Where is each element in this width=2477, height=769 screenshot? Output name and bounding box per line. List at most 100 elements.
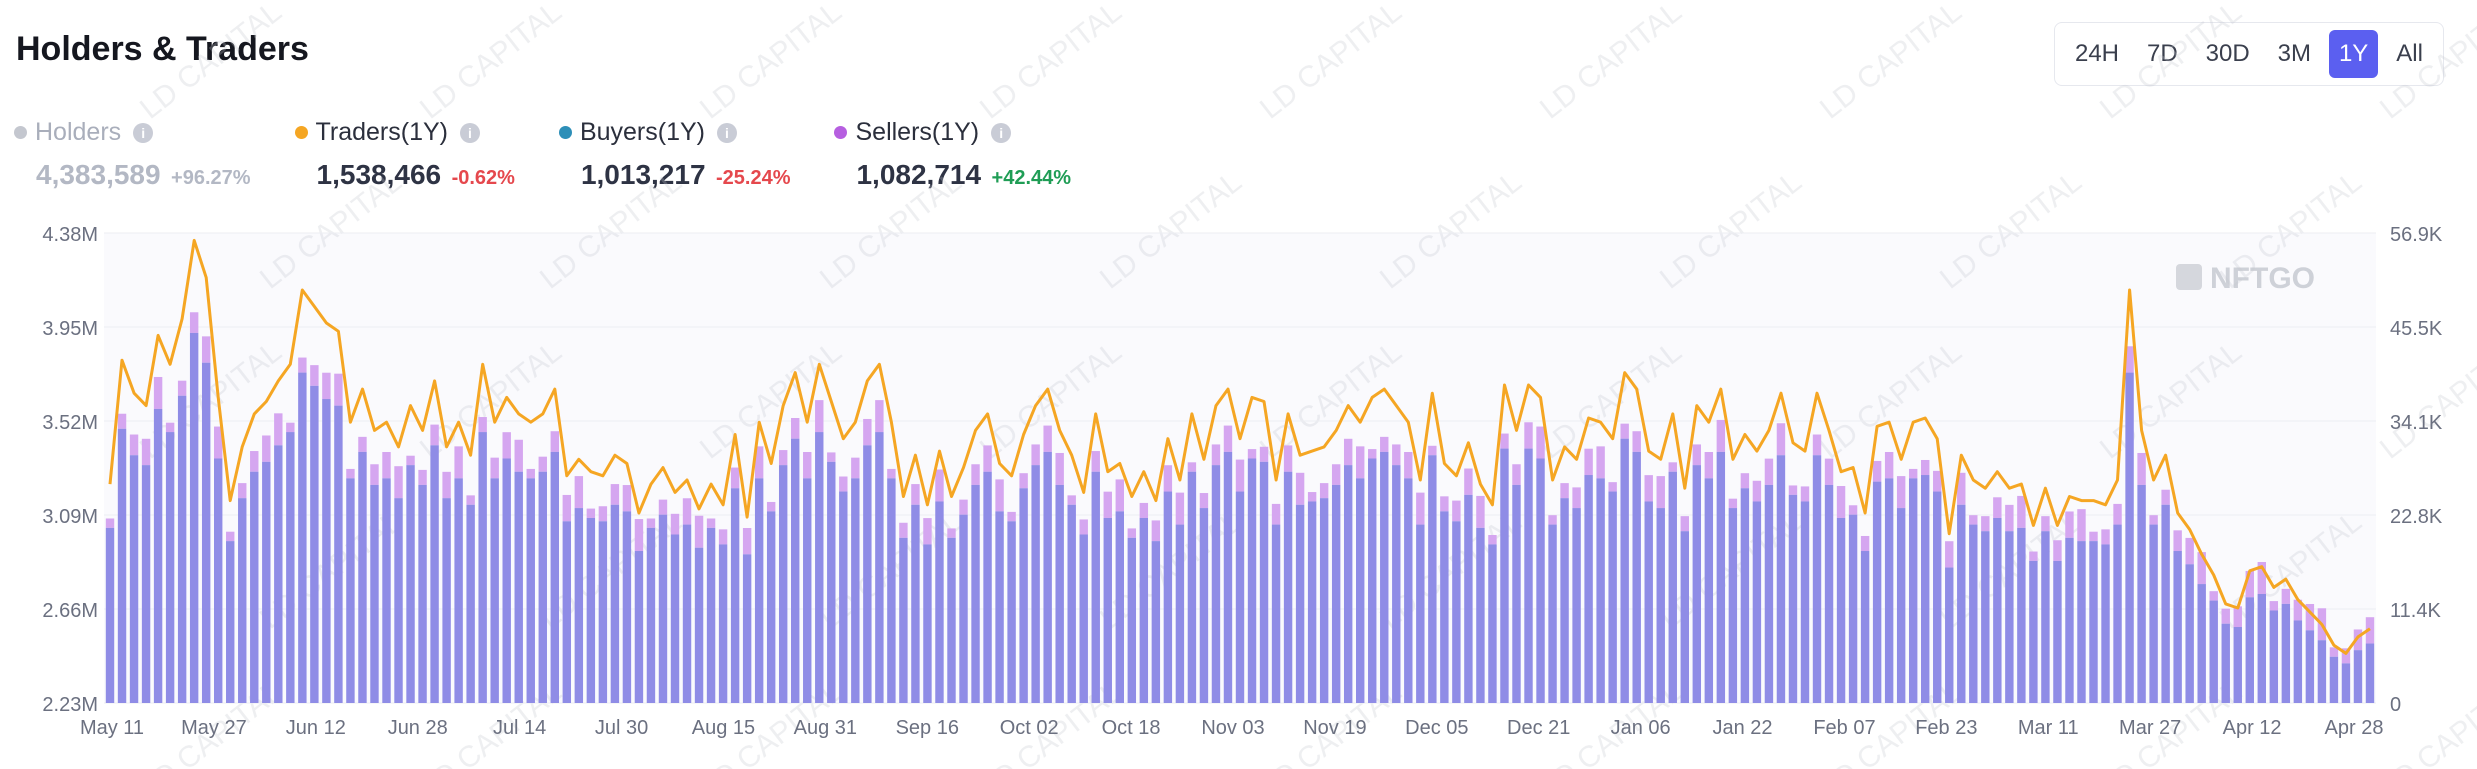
sellers-bar	[165, 422, 175, 433]
sellers-bar	[2113, 503, 2122, 525]
sellers-bar	[129, 434, 139, 456]
sellers-bar	[1908, 468, 1918, 479]
sellers-bar	[803, 452, 812, 479]
buyers-bar	[2197, 584, 2206, 703]
sellers-bar	[1656, 476, 1665, 509]
buyers-bar	[1380, 451, 1389, 703]
buyers-bar	[1596, 478, 1605, 703]
sellers-bar	[1716, 419, 1726, 452]
buyers-bar	[370, 484, 379, 703]
buyers-bar	[1933, 491, 1942, 703]
sellers-bar	[1969, 515, 1978, 525]
sellers-bar	[1115, 479, 1124, 512]
buyers-bar	[1007, 521, 1016, 703]
buyers-bar	[334, 405, 343, 703]
sellers-bar	[923, 518, 932, 545]
sellers-bar	[1572, 487, 1581, 509]
right-axis-tick: 22.8K	[2390, 506, 2443, 528]
x-axis-tick: May 27	[181, 717, 247, 739]
buyers-bar	[766, 511, 776, 703]
buyers-bar	[1608, 491, 1617, 703]
buyers-bar	[274, 445, 283, 703]
watermark-text: LD CAPITAL	[694, 0, 848, 126]
sellers-bar	[1163, 465, 1173, 492]
x-axis-tick: Aug 31	[794, 717, 857, 739]
sellers-bar	[1896, 476, 1906, 509]
buyers-bar	[1981, 531, 1990, 703]
buyers-bar	[1632, 451, 1641, 703]
watermark-text: LD CAPITAL	[1534, 0, 1688, 126]
buyers-bar	[2077, 541, 2086, 703]
sellers-bar	[2017, 495, 2026, 528]
sellers-bar	[706, 518, 716, 528]
sellers-bar	[1055, 452, 1064, 485]
buyers-bar	[1872, 481, 1882, 703]
buyers-bar	[1524, 448, 1533, 703]
left-axis-tick: 2.23M	[42, 694, 98, 716]
sellers-bar	[1343, 438, 1353, 466]
buyers-bar	[815, 432, 824, 703]
buyers-bar	[1295, 504, 1305, 703]
buyers-bar	[2233, 627, 2242, 703]
buyers-bar	[2185, 564, 2194, 703]
sellers-bar	[1380, 436, 1389, 452]
buyers-bar	[322, 399, 331, 703]
sellers-bar	[538, 456, 547, 472]
buyers-bar	[742, 554, 752, 703]
left-axis-tick: 2.66M	[42, 600, 98, 622]
buyers-bar	[2281, 603, 2291, 703]
buyers-bar	[2305, 630, 2315, 703]
buyers-bar	[1620, 438, 1629, 703]
sellers-bar	[742, 527, 752, 555]
buyers-bar	[2089, 541, 2098, 703]
buyers-bar	[1223, 451, 1233, 703]
buyers-bar	[2041, 531, 2050, 703]
sellers-bar	[298, 357, 307, 373]
buyers-bar	[887, 478, 896, 703]
buyers-bar	[995, 511, 1004, 703]
buyers-bar	[2161, 504, 2170, 703]
buyers-bar	[538, 471, 547, 703]
sellers-bar	[1920, 459, 1930, 476]
sellers-bar	[382, 452, 391, 479]
sellers-bar	[971, 464, 980, 485]
buyers-bar	[1908, 478, 1918, 703]
buyers-bar	[911, 504, 920, 703]
sellers-bar	[1632, 431, 1641, 452]
buyers-bar	[165, 432, 175, 703]
buyers-bar	[1740, 488, 1750, 703]
sellers-bar	[1259, 446, 1269, 462]
buyers-bar	[1151, 541, 1161, 703]
buyers-bar	[2341, 663, 2351, 703]
sellers-bar	[730, 467, 740, 489]
sellers-bar	[141, 438, 151, 466]
x-axis-tick: Feb 23	[1915, 717, 1977, 739]
buyers-bar	[634, 551, 644, 703]
buyers-bar	[718, 544, 728, 703]
x-axis-tick: Nov 19	[1303, 717, 1366, 739]
buyers-bar	[1776, 455, 1786, 703]
sellers-bar	[2041, 516, 2050, 532]
buyers-bar	[466, 504, 475, 703]
sellers-bar	[1993, 497, 2002, 518]
buyers-bar	[1848, 514, 1858, 703]
buyers-bar	[1800, 501, 1810, 703]
buyers-bar	[875, 432, 884, 703]
watermark-text: LD CAPITAL	[974, 0, 1128, 126]
buyers-bar	[1247, 458, 1257, 703]
sellers-bar	[442, 471, 451, 499]
sellers-bar	[827, 452, 836, 462]
sellers-bar	[310, 365, 319, 386]
buyers-bar	[1536, 458, 1545, 703]
buyers-bar	[298, 372, 307, 703]
sellers-bar	[1319, 483, 1329, 499]
buyers-bar	[2125, 372, 2134, 703]
sellers-bar	[2173, 530, 2182, 552]
sellers-bar	[1043, 425, 1052, 452]
sellers-bar	[875, 400, 884, 433]
sellers-bar	[1223, 425, 1233, 452]
buyers-bar	[238, 498, 247, 703]
sellers-bar	[863, 418, 872, 446]
buyers-bar	[2353, 650, 2363, 703]
buyers-bar	[2017, 527, 2026, 703]
